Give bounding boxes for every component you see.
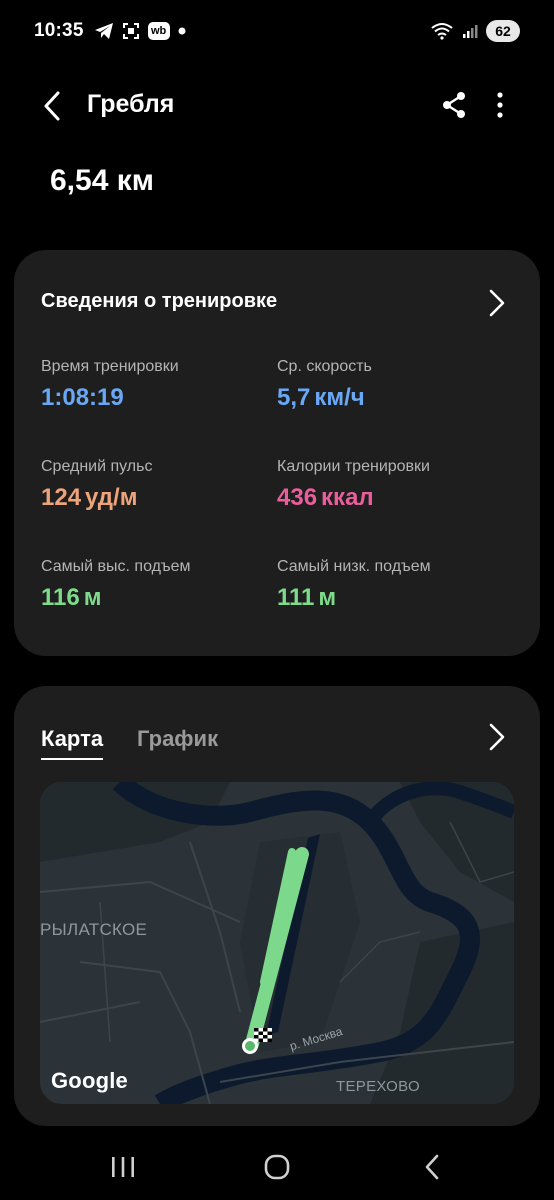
wifi-icon [431, 23, 453, 40]
stat-label: Время тренировки [41, 358, 179, 375]
stat-number: 116 [41, 584, 80, 611]
google-attribution: Google [51, 1068, 128, 1093]
tab-map[interactable]: Карта [41, 726, 104, 760]
stat-label: Ср. скорость [277, 358, 372, 375]
tab-chart[interactable]: График [137, 726, 218, 758]
back-arrow-icon[interactable] [38, 90, 66, 122]
map-canvas [40, 782, 514, 1104]
wb-icon: wb [147, 22, 170, 40]
workout-details-card[interactable]: Сведения о тренировке Время тренировки 1… [14, 250, 540, 656]
stat-number: 436 [277, 484, 318, 511]
workout-distance: 6,54 км [50, 164, 154, 197]
dot-icon [178, 27, 186, 35]
stat-value: 111 м [277, 584, 431, 612]
route-map[interactable]: РЫЛАТСКОЕ р. Москва ТЕРЕХОВО Google [40, 782, 514, 1104]
stat-unit: м [318, 584, 337, 611]
stat-label: Самый низк. подъем [277, 558, 431, 575]
stat-value: 116 м [41, 584, 191, 612]
signal-icon [463, 25, 478, 38]
stat-calories: Калории тренировки 436 ккал [277, 458, 430, 512]
chevron-right-icon[interactable] [486, 722, 508, 752]
stat-value: 5,7 км/ч [277, 384, 372, 412]
recent-apps-icon[interactable] [108, 1152, 138, 1182]
details-card-title: Сведения о тренировке [41, 290, 278, 312]
screenshot-icon [122, 23, 139, 39]
notification-icons: wb [94, 22, 186, 40]
finish-flag-icon [254, 1028, 272, 1042]
more-options-icon[interactable] [490, 90, 510, 120]
stat-number: 111 [277, 584, 315, 611]
app-bar: Гребля [0, 78, 554, 134]
home-icon[interactable] [262, 1152, 292, 1182]
stat-min-elevation: Самый низк. подъем 111 м [277, 558, 431, 612]
stat-workout-time: Время тренировки 1:08:19 [41, 358, 179, 412]
status-right: 62 [430, 20, 520, 42]
stat-number: 1:08:19 [41, 384, 124, 411]
map-card: Карта График РЫЛАТСКОЕ р. Москва ТЕРЕХОВ… [14, 686, 540, 1126]
share-icon[interactable] [440, 90, 468, 120]
status-bar: 10:35 wb 62 [0, 0, 554, 62]
map-label-district: РЫЛАТСКОЕ [40, 920, 148, 939]
telegram-icon [94, 23, 113, 39]
stat-value: 1:08:19 [41, 384, 179, 412]
stat-unit: ккал [321, 484, 374, 511]
stat-unit: м [83, 584, 102, 611]
status-time: 10:35 [34, 20, 84, 41]
status-left: 10:35 wb [34, 20, 186, 42]
stat-value: 436 ккал [277, 484, 430, 512]
system-nav-bar [0, 1136, 554, 1200]
back-nav-icon[interactable] [418, 1152, 448, 1182]
stat-avg-speed: Ср. скорость 5,7 км/ч [277, 358, 372, 412]
stat-max-elevation: Самый выс. подъем 116 м [41, 558, 191, 612]
page-title: Гребля [87, 90, 175, 118]
chevron-right-icon[interactable] [486, 288, 508, 318]
stat-value: 124 уд/м [41, 484, 152, 512]
stat-label: Калории тренировки [277, 458, 430, 475]
stat-avg-heart-rate: Средний пульс 124 уд/м [41, 458, 152, 512]
map-label-district-2: ТЕРЕХОВО [336, 1078, 420, 1095]
stat-label: Самый выс. подъем [41, 558, 191, 575]
stat-unit: км/ч [314, 384, 365, 411]
stat-label: Средний пульс [41, 458, 153, 475]
stat-unit: уд/м [85, 484, 138, 511]
battery-indicator: 62 [486, 20, 520, 42]
stat-number: 124 [41, 484, 82, 511]
stat-number: 5,7 [277, 384, 311, 411]
